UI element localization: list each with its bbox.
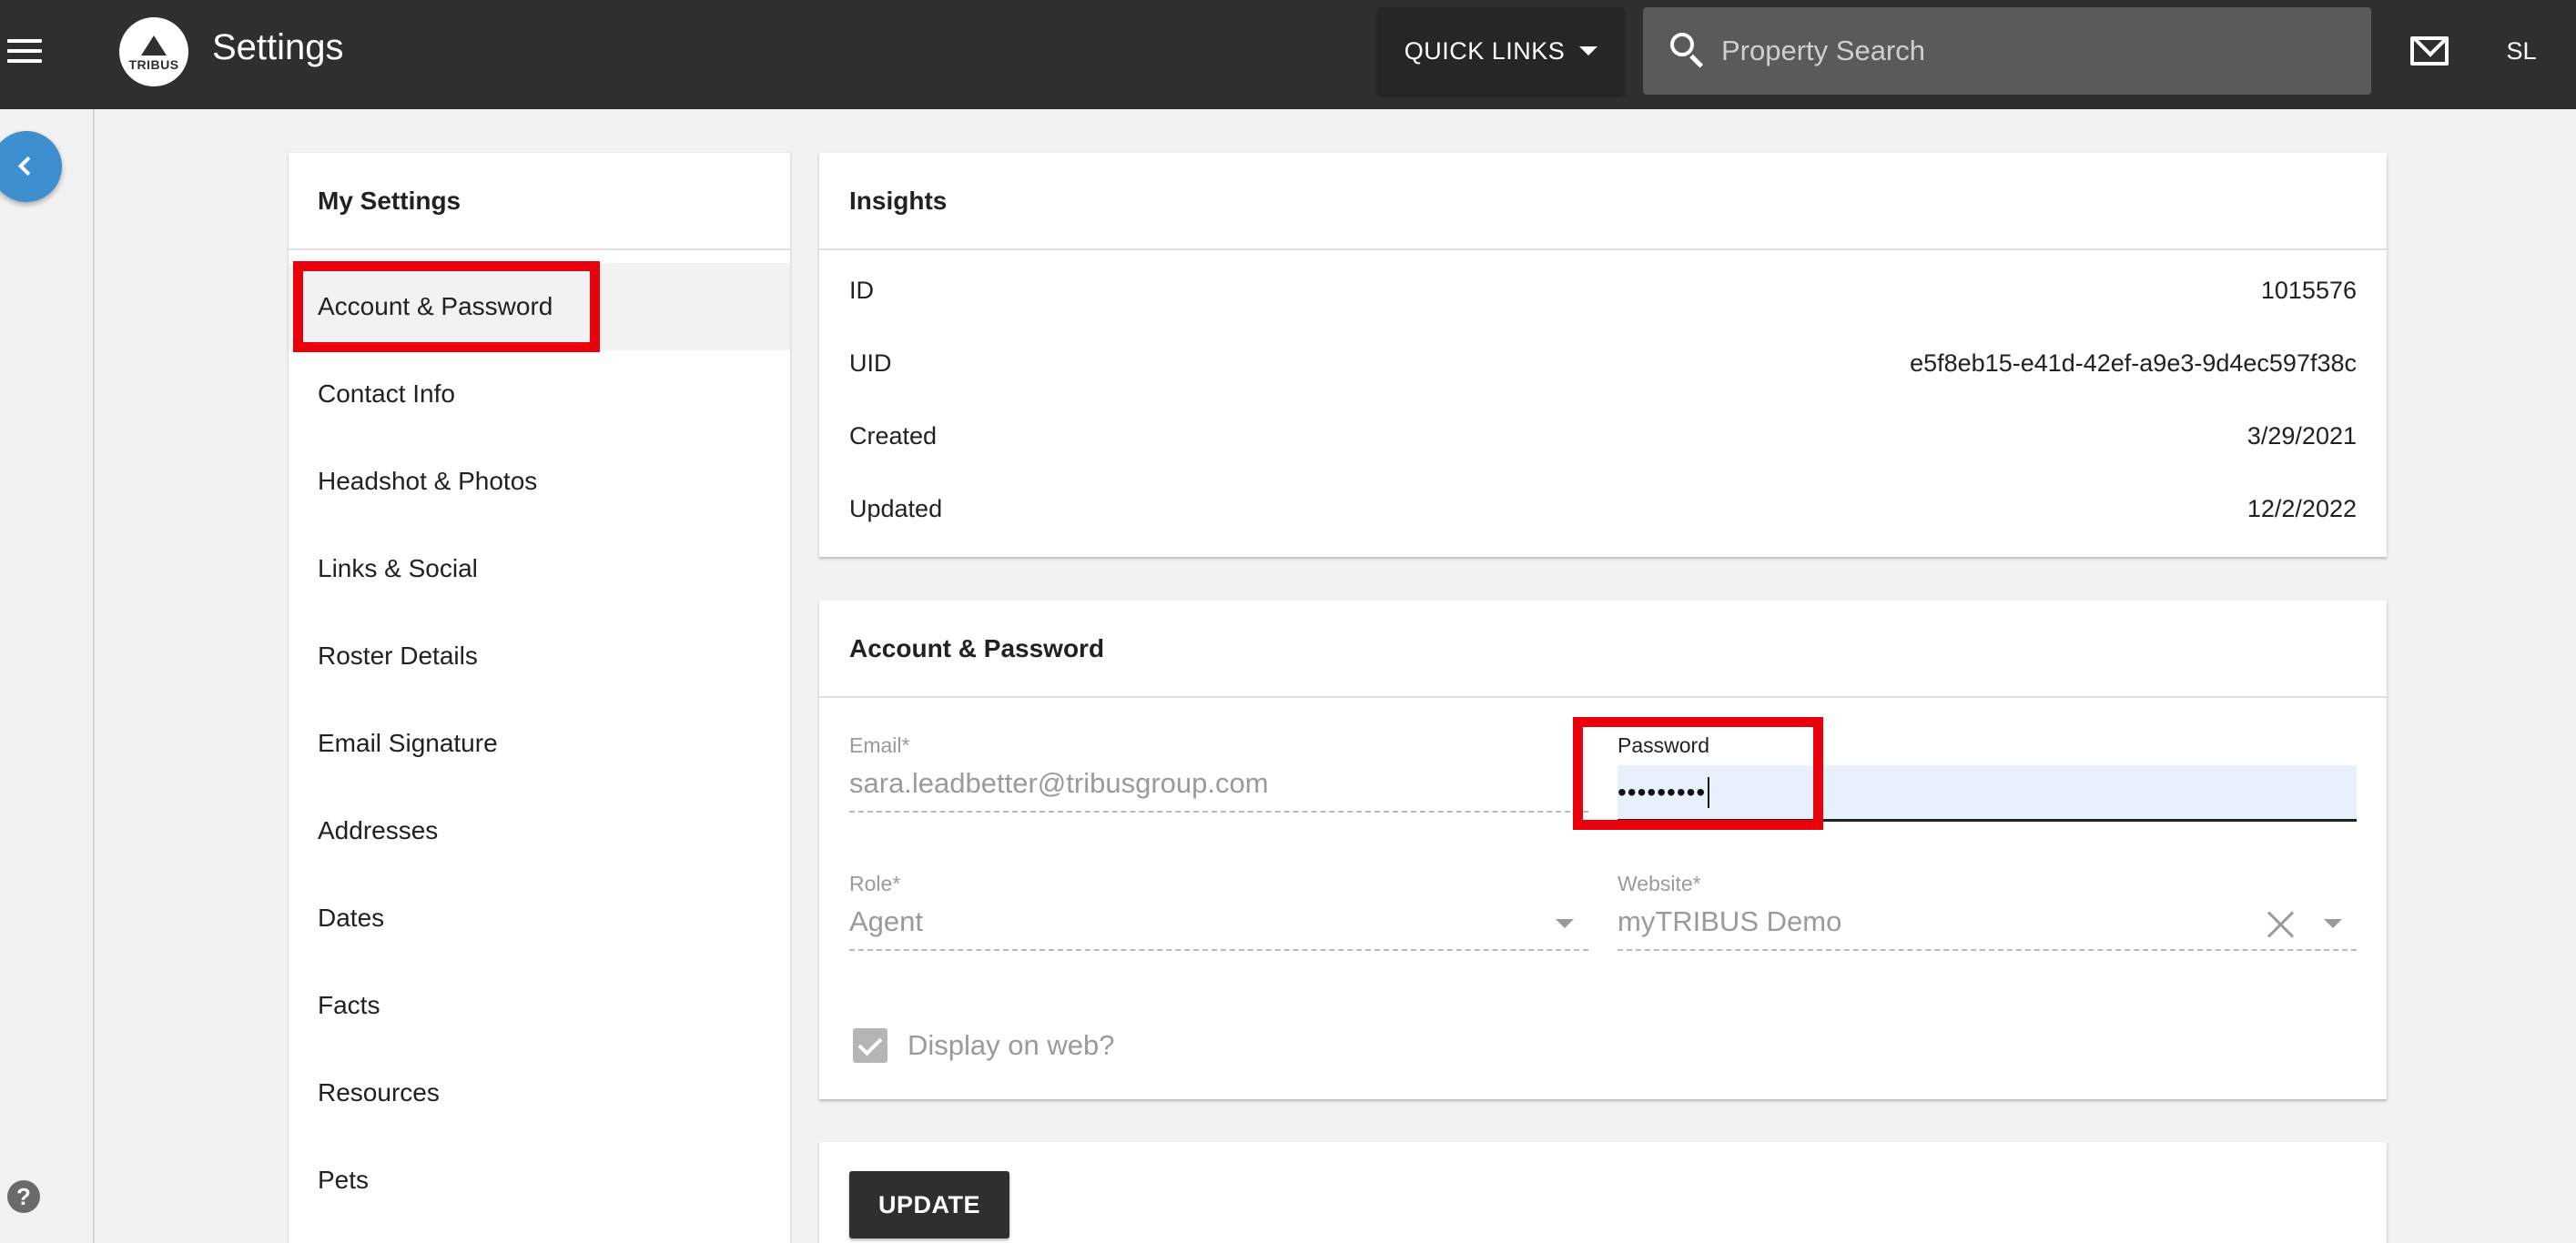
left-rail-divider — [93, 109, 95, 1243]
insight-value: 3/29/2021 — [2246, 421, 2357, 450]
menu-item-label: Dates — [318, 904, 385, 932]
menu-item-headshot-photos[interactable]: Headshot & Photos — [289, 438, 790, 525]
password-field[interactable]: Password ••••••••• — [1618, 733, 2357, 822]
insight-label: ID — [849, 276, 874, 304]
property-search-box[interactable] — [1643, 7, 2371, 95]
menu-item-label: Headshot & Photos — [318, 467, 538, 495]
update-card: UPDATE — [819, 1142, 2387, 1243]
insight-value: e5f8eb15-e41d-42ef-a9e3-9d4ec597f38c — [1910, 349, 2357, 377]
menu-item-pets[interactable]: Pets — [289, 1137, 790, 1224]
insights-card: Insights ID 1015576 UID e5f8eb15-e41d-42… — [819, 153, 2387, 557]
menu-item-label: Contact Info — [318, 379, 455, 408]
quick-links-button[interactable]: QUICK LINKS — [1378, 7, 1624, 95]
mail-icon[interactable] — [2410, 36, 2449, 66]
logo-triangle-icon — [141, 35, 167, 56]
clear-icon[interactable] — [2267, 911, 2295, 938]
account-password-title: Account & Password — [819, 601, 2387, 698]
menu-item-label: Facts — [318, 991, 380, 1019]
insight-row-id: ID 1015576 — [819, 254, 2387, 327]
role-label: Role* — [849, 872, 901, 895]
tribus-logo[interactable]: TRIBUS — [119, 17, 188, 86]
menu-item-label: Links & Social — [318, 554, 478, 582]
logo-text: TRIBUS — [128, 57, 179, 72]
menu-item-label: Pets — [318, 1166, 370, 1194]
menu-item-facts[interactable]: Facts — [289, 962, 790, 1049]
menu-item-label: Roster Details — [318, 642, 478, 670]
property-search-input[interactable] — [1721, 35, 2358, 67]
menu-item-roster-details[interactable]: Roster Details — [289, 612, 790, 700]
menu-item-email-signature[interactable]: Email Signature — [289, 700, 790, 787]
top-app-bar: TRIBUS Settings QUICK LINKS SL — [0, 0, 2576, 109]
role-value: Agent — [849, 905, 1588, 951]
caret-down-icon — [1579, 46, 1598, 56]
website-dropdown-arrow-icon[interactable] — [2324, 919, 2342, 928]
menu-item-addresses[interactable]: Addresses — [289, 787, 790, 874]
quick-links-label: QUICK LINKS — [1404, 36, 1566, 65]
menu-item-dates[interactable]: Dates — [289, 874, 790, 962]
email-label: Email* — [849, 733, 910, 757]
email-field: Email* sara.leadbetter@tribusgroup.com — [849, 733, 1588, 813]
role-dropdown-arrow-icon[interactable] — [1556, 919, 1574, 928]
help-icon[interactable]: ? — [7, 1180, 40, 1213]
insight-row-created: Created 3/29/2021 — [819, 399, 2387, 472]
display-on-web-row: Display on web? — [853, 1028, 1114, 1063]
text-cursor — [1708, 776, 1710, 808]
page-title: Settings — [212, 27, 344, 67]
update-button[interactable]: UPDATE — [849, 1171, 1009, 1238]
password-value: ••••••••• — [1618, 777, 1707, 806]
website-label: Website* — [1618, 872, 1701, 895]
website-select[interactable]: Website* myTRIBUS Demo — [1618, 872, 2357, 951]
menu-item-label: Email Signature — [318, 729, 498, 757]
insight-label: Created — [849, 421, 938, 450]
menu-item-contact-info[interactable]: Contact Info — [289, 350, 790, 438]
insight-label: UID — [849, 349, 892, 377]
email-value: sara.leadbetter@tribusgroup.com — [849, 767, 1588, 813]
display-on-web-label: Display on web? — [908, 1029, 1115, 1061]
insight-row-uid: UID e5f8eb15-e41d-42ef-a9e3-9d4ec597f38c — [819, 327, 2387, 399]
insight-label: Updated — [849, 494, 943, 522]
menu-item-label: Addresses — [318, 816, 439, 844]
settings-menu-card: My Settings Account & Password Contact I… — [289, 153, 790, 1243]
insight-value: 1015576 — [2260, 276, 2357, 304]
insights-title: Insights — [819, 153, 2387, 250]
user-avatar[interactable]: SL — [2489, 18, 2554, 84]
password-label: Password — [1618, 733, 1709, 757]
website-value: myTRIBUS Demo — [1618, 905, 2357, 951]
menu-item-label: Resources — [318, 1078, 440, 1107]
settings-menu-list: Account & Password Contact Info Headshot… — [289, 250, 790, 1224]
display-on-web-checkbox[interactable] — [853, 1028, 887, 1063]
role-select[interactable]: Role* Agent — [849, 872, 1588, 951]
chevron-left-icon — [17, 156, 38, 177]
menu-item-label: Account & Password — [318, 292, 553, 320]
settings-menu-title: My Settings — [289, 153, 790, 250]
account-password-card: Account & Password Email* sara.leadbette… — [819, 601, 2387, 1099]
search-icon — [1668, 31, 1709, 71]
menu-item-account-password[interactable]: Account & Password — [289, 263, 790, 350]
hamburger-menu-icon[interactable] — [7, 35, 44, 66]
menu-item-links-social[interactable]: Links & Social — [289, 525, 790, 612]
collapse-sidebar-button[interactable] — [0, 131, 62, 202]
insight-row-updated: Updated 12/2/2022 — [819, 472, 2387, 545]
menu-item-resources[interactable]: Resources — [289, 1049, 790, 1137]
password-input[interactable]: ••••••••• — [1618, 765, 2357, 822]
insight-value: 12/2/2022 — [2246, 494, 2357, 522]
